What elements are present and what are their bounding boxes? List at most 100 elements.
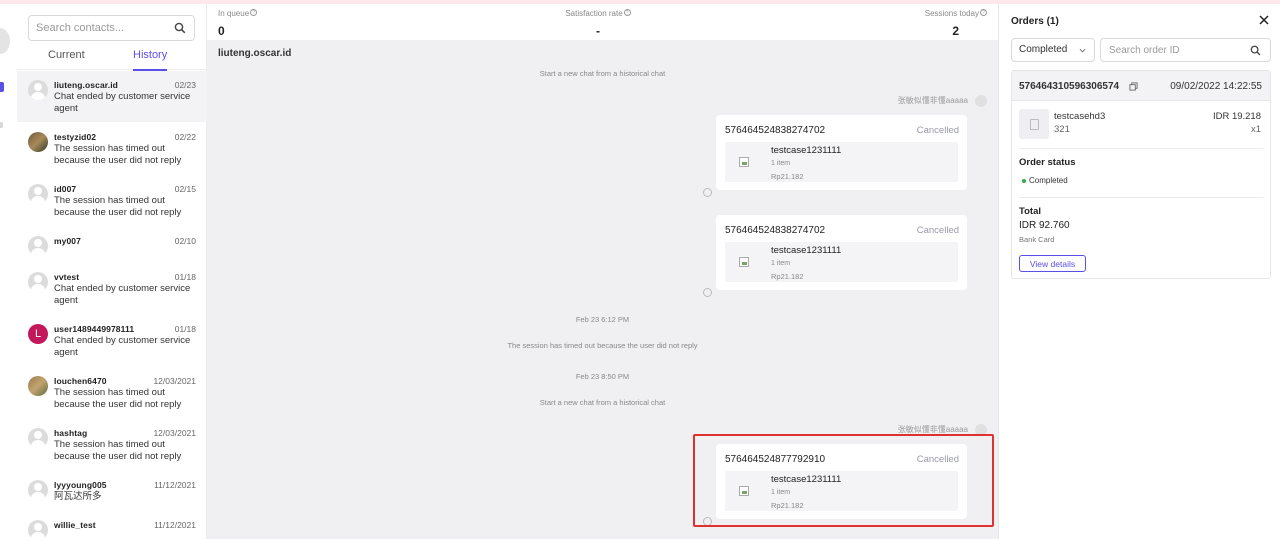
contact-date: 12/03/2021 [153, 376, 196, 386]
contact-last-message: Chat ended by customer service agent [54, 283, 191, 306]
product-price: Rp21.182 [771, 172, 804, 181]
product-price: IDR 19.218 [1212, 111, 1261, 122]
avatar [28, 480, 48, 500]
chat-panel: In queue? 0 Satisfaction rate? - Session… [207, 4, 998, 539]
avatar [28, 236, 48, 256]
contact-last-message: The session has timed out because the us… [54, 439, 182, 462]
contact-item[interactable]: willie_test 11/12/2021 [17, 511, 207, 541]
contact-name: vvtest [54, 272, 80, 282]
tab-current[interactable]: Current [48, 48, 85, 70]
order-status-filter[interactable]: Completed [1011, 38, 1095, 62]
contact-name: id007 [54, 184, 77, 194]
order-search [1100, 38, 1271, 62]
system-message: Start a new chat from a historical chat [539, 69, 666, 78]
divider [1019, 197, 1263, 198]
contact-date: 02/10 [174, 236, 196, 246]
contacts-panel: Current History liuteng.oscar.id 02/23 C… [17, 4, 207, 541]
system-timestamp: Feb 23 6:12 PM [575, 315, 630, 324]
contact-date: 11/12/2021 [154, 480, 196, 490]
avatar [28, 520, 48, 540]
search-icon[interactable] [1250, 45, 1261, 56]
contact-item[interactable]: louchen6470 12/03/2021 The session has t… [17, 367, 207, 418]
order-number: 576464310596306574 [1019, 81, 1120, 92]
contact-name: lyyyoung005 [54, 480, 107, 490]
order-card[interactable]: 576464524838274702 Cancelled testcase123… [716, 115, 967, 190]
contact-date: 01/18 [174, 324, 196, 334]
stat-sessions-today: Sessions today? 2 [925, 9, 987, 38]
total-label: Total [1019, 206, 1041, 217]
contact-name: willie_test [54, 520, 96, 530]
read-status-icon [703, 288, 712, 297]
contact-last-message: Chat ended by customer service agent [54, 91, 191, 114]
contact-item[interactable]: hashtag 12/03/2021 The session has timed… [17, 419, 207, 470]
order-status-value: Completed [1029, 176, 1068, 185]
read-status-icon [703, 188, 712, 197]
stat-label: In queue [218, 9, 250, 18]
agent-avatar[interactable] [0, 28, 10, 54]
order-card[interactable]: 576464524838274702 Cancelled testcase123… [716, 215, 967, 290]
contact-date: 02/15 [174, 184, 196, 194]
rail-item[interactable] [0, 122, 3, 128]
product-name: testcase1231111 [771, 145, 842, 156]
contact-item[interactable]: liuteng.oscar.id 02/23 Chat ended by cus… [17, 71, 207, 122]
divider [1019, 148, 1263, 149]
stat-value: 2 [952, 24, 959, 38]
contact-item[interactable]: id007 02/15 The session has timed out be… [17, 175, 207, 226]
contact-item[interactable]: lyyyoung005 11/12/2021 阿瓦达所多 [17, 471, 207, 510]
close-icon[interactable] [1258, 14, 1270, 26]
system-message: Start a new chat from a historical chat [539, 398, 666, 407]
order-status: Cancelled [916, 225, 959, 236]
help-icon[interactable]: ? [250, 9, 258, 16]
highlight-box [693, 434, 994, 527]
contact-name: testyzid02 [54, 132, 97, 142]
contact-item[interactable]: testyzid02 02/22 The session has timed o… [17, 123, 207, 174]
stats-bar: In queue? 0 Satisfaction rate? - Session… [207, 4, 998, 40]
avatar [28, 132, 48, 152]
filter-value: Completed [1019, 44, 1068, 55]
contact-name: user1489449978111 [54, 324, 135, 334]
contact-tabs: Current History [17, 48, 207, 71]
order-product: testcase1231111 1 item Rp21.182 [725, 142, 958, 182]
contact-last-message: The session has timed out because the us… [54, 143, 182, 166]
contact-last-message: The session has timed out because the us… [54, 387, 182, 410]
contact-last-message: The session has timed out because the us… [54, 195, 182, 218]
order-search-input[interactable] [1109, 39, 1249, 61]
contact-date: 01/18 [174, 272, 196, 282]
contact-search-input[interactable] [36, 16, 171, 40]
status-dot [1022, 179, 1026, 183]
contact-list: liuteng.oscar.id 02/23 Chat ended by cus… [17, 71, 207, 541]
tab-history[interactable]: History [133, 48, 168, 71]
help-icon[interactable]: ? [623, 9, 631, 16]
contact-item[interactable]: my007 02/10 [17, 227, 207, 262]
product-name: testcase1231111 [771, 245, 842, 256]
help-icon[interactable]: ? [980, 9, 987, 16]
stat-value: 0 [218, 24, 225, 38]
chat-title: liuteng.oscar.id [218, 48, 292, 59]
contact-last-message: Chat ended by customer service agent [54, 335, 191, 358]
system-message: The session has timed out because the us… [507, 341, 698, 350]
contact-search [28, 15, 195, 41]
product-qty: 1 item [771, 160, 791, 167]
copy-icon[interactable] [1129, 82, 1138, 91]
avatar: L [28, 324, 48, 344]
broken-image-icon [739, 257, 749, 267]
stat-satisfaction: Satisfaction rate? - [558, 9, 638, 38]
chevron-down-icon [1079, 48, 1086, 53]
avatar [28, 184, 48, 204]
order-detail-card: 576464310596306574 09/02/2022 14:22:55 t… [1011, 70, 1271, 279]
view-details-button[interactable]: View details [1019, 255, 1086, 272]
contact-item[interactable]: vvtest 01/18 Chat ended by customer serv… [17, 263, 207, 314]
order-id: 576464524838274702 [725, 225, 826, 236]
contact-name: louchen6470 [54, 376, 107, 386]
contact-item[interactable]: L user1489449978111 01/18 Chat ended by … [17, 315, 207, 366]
avatar [28, 80, 48, 100]
stat-label: Sessions today [924, 9, 979, 18]
product-sku: 321 [1054, 124, 1070, 135]
product-name: testcasehd3 [1054, 111, 1106, 122]
contact-last-message: 阿瓦达所多 [54, 491, 102, 502]
search-icon[interactable] [174, 22, 186, 34]
stat-in-queue: In queue? 0 [218, 9, 258, 38]
orders-title: Orders (1) [1011, 16, 1059, 27]
total-value: IDR 92.760 [1019, 220, 1070, 231]
payment-method: Bank Card [1019, 235, 1055, 244]
